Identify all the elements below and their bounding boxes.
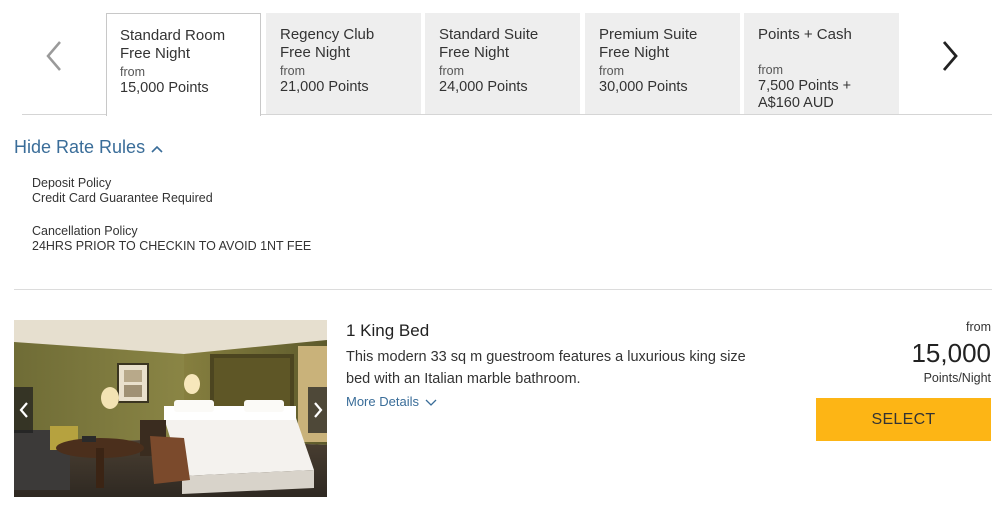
room-photo [14, 320, 327, 497]
tab-price: 30,000 Points [599, 79, 688, 95]
room-description: This modern 33 sq m guestroom features a… [346, 349, 746, 387]
tab-price: 15,000 Points [120, 80, 209, 96]
more-details-link[interactable]: More Details [346, 394, 437, 410]
photo-prev-button[interactable] [14, 387, 33, 433]
tabs-next-button[interactable] [932, 36, 968, 76]
cancellation-policy: Cancellation Policy 24HRS PRIOR TO CHECK… [32, 224, 311, 254]
tab-from: from [280, 64, 305, 78]
policy-value: Credit Card Guarantee Required [32, 191, 213, 205]
tab-standard-room-free-night[interactable]: Standard Room Free Night from 15,000 Poi… [106, 13, 261, 116]
chevron-left-icon [19, 402, 28, 418]
tab-premium-suite-free-night[interactable]: Premium Suite Free Night from 30,000 Poi… [585, 13, 740, 115]
tabs-prev-button[interactable] [36, 36, 72, 76]
tab-points-cash[interactable]: Points + Cash from 7,500 Points + A$160 … [744, 13, 899, 115]
price-unit: Points/Night [923, 371, 991, 385]
tab-title: Points + Cash [758, 26, 852, 43]
tab-standard-suite-free-night[interactable]: Standard Suite Free Night from 24,000 Po… [425, 13, 580, 115]
tab-regency-club-free-night[interactable]: Regency Club Free Night from 21,000 Poin… [266, 13, 421, 115]
tab-from: from [758, 63, 783, 77]
tab-from: from [120, 65, 145, 79]
section-divider [14, 289, 992, 290]
tab-title: Premium Suite Free Night [599, 26, 698, 61]
chevron-up-icon [151, 145, 163, 153]
tab-title: Standard Room Free Night [120, 27, 226, 62]
tab-price: 21,000 Points [280, 79, 369, 95]
policy-value: 24HRS PRIOR TO CHECKIN TO AVOID 1NT FEE [32, 239, 312, 253]
price-from-label: from [966, 320, 991, 334]
more-details-label: More Details [346, 394, 419, 409]
chevron-left-icon [46, 41, 61, 71]
chevron-right-icon [313, 402, 322, 418]
tab-title: Regency Club Free Night [280, 26, 375, 61]
photo-next-button[interactable] [308, 387, 327, 433]
room-name: 1 King Bed [346, 321, 430, 340]
rate-tabs: Standard Room Free Night from 15,000 Poi… [0, 0, 1000, 116]
rate-rules-label: Hide Rate Rules [14, 136, 146, 157]
tab-price: 7,500 Points + A$160 AUD [758, 78, 852, 111]
hide-rate-rules-toggle[interactable]: Hide Rate Rules [14, 135, 163, 159]
chevron-right-icon [942, 41, 958, 71]
tab-from: from [599, 64, 624, 78]
policy-title: Deposit Policy [32, 176, 112, 190]
chevron-down-icon [425, 399, 437, 406]
select-button[interactable]: SELECT [816, 398, 991, 441]
tab-price: 24,000 Points [439, 79, 528, 95]
price-points: 15,000 [911, 338, 991, 368]
policy-title: Cancellation Policy [32, 224, 138, 238]
deposit-policy: Deposit Policy Credit Card Guarantee Req… [32, 176, 213, 206]
tab-title: Standard Suite Free Night [439, 26, 539, 61]
tab-from: from [439, 64, 464, 78]
